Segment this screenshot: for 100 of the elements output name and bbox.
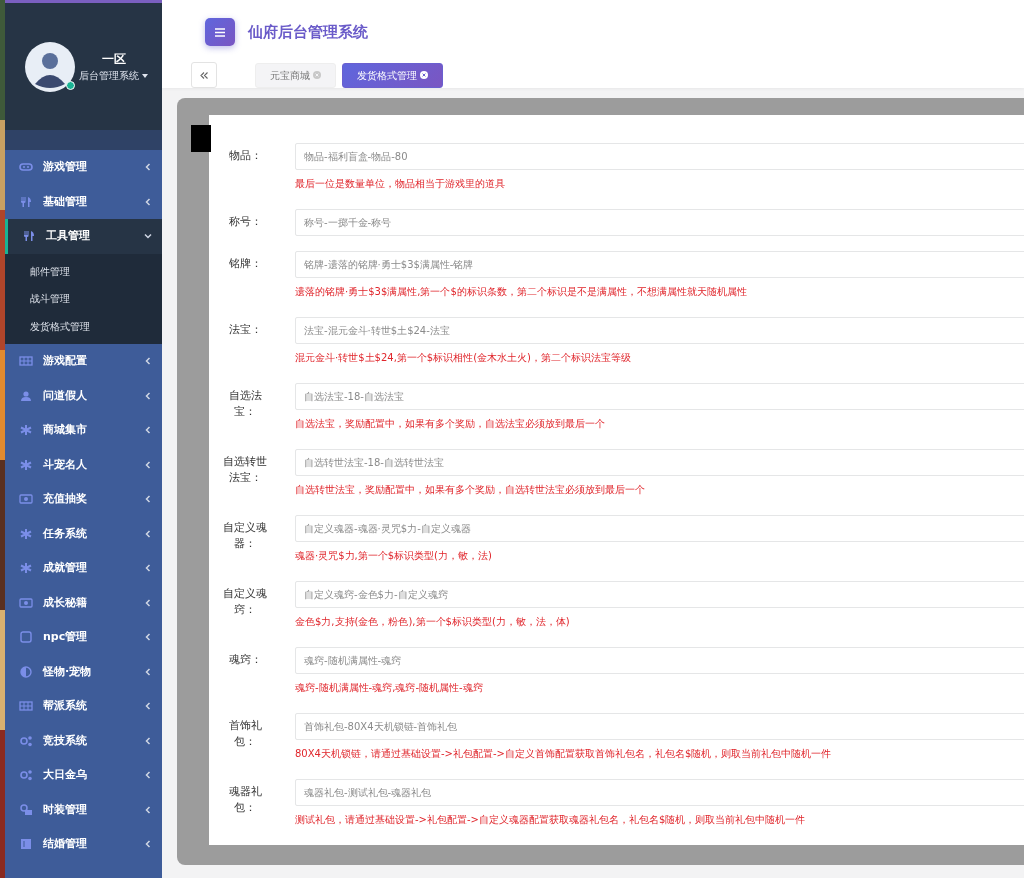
chevron-left-icon (144, 840, 152, 849)
utensils-icon (19, 195, 33, 208)
table-header (191, 125, 211, 152)
input-field[interactable]: 自定义魂窍-金色$力-自定义魂窍 (295, 581, 1024, 608)
money-icon (19, 493, 33, 506)
menu-item[interactable]: 游戏管理 (5, 150, 162, 185)
menu-item[interactable]: 任务系统 (5, 516, 162, 551)
menu-item[interactable]: npc管理 (5, 620, 162, 655)
hint-text: 魂窍-随机满属性-魂窍,魂窍-随机属性-魂窍 (295, 681, 484, 695)
shapes-icon (19, 803, 33, 816)
menu-item[interactable]: 工具管理 (5, 219, 162, 254)
close-icon[interactable] (420, 71, 428, 79)
grid-icon (19, 700, 33, 713)
menu-item[interactable]: 竞技系统 (5, 723, 162, 758)
field-label: 铭牌： (227, 256, 263, 272)
field-label: 物品： (227, 148, 263, 164)
menu-item[interactable]: 充值抽奖 (5, 482, 162, 517)
gears-icon (19, 769, 33, 782)
field-label: 称号： (227, 214, 263, 230)
field-label: 首饰礼包： (227, 718, 263, 750)
square-icon (19, 631, 33, 644)
hint-text: 自选法宝，奖励配置中，如果有多个奖励，自选法宝必须放到最后一个 (295, 417, 606, 431)
chevron-left-icon (144, 564, 152, 573)
menu-icon (215, 27, 225, 37)
gears-icon (19, 734, 33, 747)
input-field[interactable]: 法宝-混元金斗·转世$土$24-法宝 (295, 317, 1024, 344)
tab[interactable]: 元宝商城 (255, 62, 336, 88)
menu-item[interactable]: 帮派系统 (5, 689, 162, 724)
hint-text: 金色$力,支持(金色，粉色),第一个$标识类型(力，敏，法，体) (295, 615, 571, 629)
app-title: 仙府后台管理系统 (248, 21, 368, 43)
field-label: 自选法宝： (227, 388, 263, 420)
menu-button[interactable] (205, 18, 235, 46)
chevron-left-icon (144, 529, 152, 538)
submenu-item[interactable]: 邮件管理 (5, 257, 162, 285)
input-field[interactable]: 自选转世法宝-18-自选转世法宝 (295, 449, 1024, 476)
chevron-left-icon (144, 357, 152, 366)
book-icon (19, 838, 33, 851)
money-icon (19, 596, 33, 609)
menu-item[interactable]: 商城集市 (5, 413, 162, 448)
chevron-left-icon (144, 667, 152, 676)
asterisk-icon (19, 527, 33, 540)
chevron-left-icon (144, 460, 152, 469)
chevron-left-icon (144, 598, 152, 607)
menu-item[interactable]: 结婚管理 (5, 827, 162, 862)
hint-text: 混元金斗·转世$土$24,第一个$标识相性(金木水土火)，第二个标识法宝等级 (295, 351, 632, 365)
hint-text: 遗落的铭牌·勇士$3$满属性,第一个$的标识条数，第二个标识是不是满属性，不想满属性就天随机属性 (295, 285, 748, 299)
chevron-left-icon (144, 495, 152, 504)
scroll-tabs-left-button[interactable] (191, 62, 217, 88)
asterisk-icon (19, 458, 33, 471)
input-field[interactable]: 自选法宝-18-自选法宝 (295, 383, 1024, 410)
menu-item[interactable]: 问道假人 (5, 378, 162, 413)
half-circle-icon (19, 665, 33, 678)
hint-text: 魂器·灵咒$力,第一个$标识类型(力，敏，法) (295, 549, 493, 563)
input-field[interactable]: 首饰礼包-80X4天机锁链-首饰礼包 (295, 713, 1024, 740)
chevron-left-icon (144, 197, 152, 206)
tab[interactable]: 发货格式管理 (342, 62, 443, 88)
menu-item[interactable]: 成就管理 (5, 551, 162, 586)
gamepad-icon (19, 161, 33, 174)
chevron-left-icon (144, 771, 152, 780)
menu-item[interactable]: 大日金乌 (5, 758, 162, 793)
caret-icon (142, 74, 149, 78)
user-icon (19, 389, 33, 402)
menu-item[interactable]: 怪物·宠物 (5, 654, 162, 689)
input-field[interactable]: 自定义魂器-魂器·灵咒$力-自定义魂器 (295, 515, 1024, 542)
chevron-down-icon (144, 232, 152, 241)
menu-item[interactable]: 时装管理 (5, 792, 162, 827)
chevron-left-icon (144, 736, 152, 745)
grid-icon (19, 355, 33, 368)
chevron-left-icon (144, 426, 152, 435)
menu-item[interactable]: 斗宠名人 (5, 447, 162, 482)
double-chevron-left-icon (200, 71, 208, 79)
field-label: 法宝： (227, 322, 263, 338)
input-field[interactable]: 物品-福利盲盒-物品-80 (295, 143, 1024, 170)
chevron-left-icon (144, 163, 152, 172)
field-label: 魂器礼包： (227, 784, 263, 816)
utensils-icon (22, 230, 36, 243)
field-label: 自定义魂窍： (222, 586, 268, 618)
menu-item[interactable]: 基础管理 (5, 184, 162, 219)
input-field[interactable]: 魂器礼包-测试礼包-魂器礼包 (295, 779, 1024, 806)
input-field[interactable]: 称号-一掷千金-称号 (295, 209, 1024, 236)
input-field[interactable]: 魂窍-随机满属性-魂窍 (295, 647, 1024, 674)
field-label: 魂窍： (227, 652, 263, 668)
chevron-left-icon (144, 702, 152, 711)
chevron-left-icon (144, 805, 152, 814)
chevron-left-icon (144, 633, 152, 642)
hint-text: 自选转世法宝，奖励配置中，如果有多个奖励，自选转世法宝必须放到最后一个 (295, 483, 646, 497)
avatar (25, 41, 75, 92)
input-field[interactable]: 铭牌-遗落的铭牌·勇士$3$满属性-铭牌 (295, 251, 1024, 278)
field-label: 自定义魂器： (222, 520, 268, 552)
hint-text: 80X4天机锁链，请通过基础设置->礼包配置->自定义首饰配置获取首饰礼包名，礼包名$随机，则取当前礼包中随机一件 (295, 747, 833, 761)
submenu-item[interactable]: 战斗管理 (5, 285, 162, 313)
menu-item[interactable]: 成长秘籍 (5, 585, 162, 620)
submenu-item[interactable]: 发货格式管理 (5, 312, 162, 340)
hint-text: 最后一位是数量单位，物品相当于游戏里的道具 (295, 177, 506, 191)
asterisk-icon (19, 424, 33, 437)
account-dropdown[interactable]: 后台管理系统 (79, 68, 149, 83)
menu-item[interactable]: 游戏配置 (5, 344, 162, 379)
hint-text: 测试礼包，请通过基础设置->礼包配置->自定义魂器配置获取魂器礼包名，礼包名$随机，则取当前礼包中随机一件 (295, 813, 807, 827)
field-label: 自选转世法宝： (222, 454, 268, 486)
asterisk-icon (19, 562, 33, 575)
